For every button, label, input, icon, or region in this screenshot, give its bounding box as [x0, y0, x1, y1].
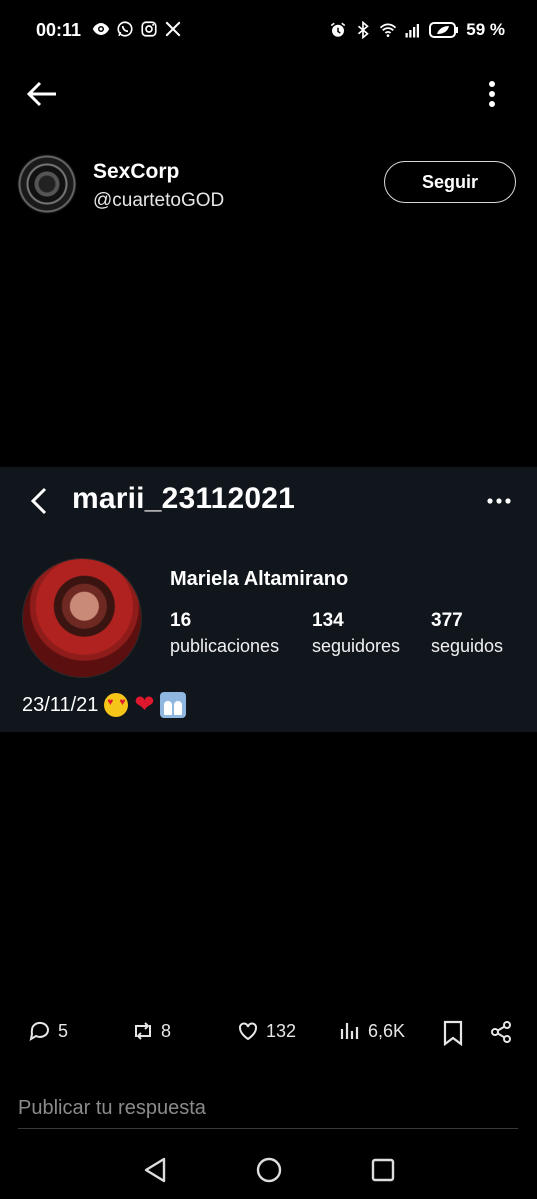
posts-count: 16 — [170, 610, 192, 631]
bluetooth-icon — [358, 21, 370, 39]
following-count: 377 — [431, 610, 463, 631]
reply-count: 5 — [58, 1020, 69, 1041]
reply-input[interactable] — [18, 1088, 518, 1129]
follow-button[interactable]: Seguir — [384, 161, 516, 203]
nav-recents-icon[interactable] — [368, 1155, 398, 1185]
wifi-icon — [380, 23, 397, 37]
heart-eyes-emoji-icon — [104, 693, 129, 717]
repost-count: 8 — [161, 1020, 172, 1041]
battery-percent: 59 % — [466, 20, 505, 39]
following-label: seguidos — [431, 636, 504, 656]
more-options-icon[interactable] — [484, 80, 500, 108]
bookmark-icon[interactable] — [442, 1020, 464, 1046]
status-time: 00:11 — [36, 20, 82, 40]
author-avatar[interactable] — [17, 154, 77, 214]
couple-emoji-icon — [160, 692, 187, 718]
instagram-icon — [141, 21, 157, 37]
eye-icon — [92, 23, 110, 35]
author-name[interactable]: SexCorp — [93, 160, 179, 184]
like-count: 132 — [266, 1020, 297, 1041]
posts-label: publicaciones — [170, 636, 280, 656]
bio-date: 23/11/21 — [22, 693, 99, 716]
share-icon[interactable] — [489, 1020, 513, 1044]
back-arrow-icon[interactable] — [26, 80, 58, 108]
reply-action[interactable]: 5 — [28, 1019, 68, 1043]
comment-icon — [29, 1021, 49, 1042]
embedded-bio: 23/11/21 ❤ — [22, 691, 187, 718]
alarm-icon — [331, 22, 346, 37]
embedded-full-name: Mariela Altamirano — [170, 568, 349, 590]
battery-icon — [429, 22, 459, 38]
whatsapp-icon — [117, 21, 133, 37]
red-heart-emoji-icon: ❤ — [134, 691, 155, 718]
repost-icon — [135, 1022, 151, 1040]
status-right-group: 59 % — [329, 20, 505, 40]
author-handle[interactable]: @cuartetoGOD — [93, 190, 224, 212]
views-chart-icon — [340, 1023, 359, 1039]
embedded-profile-avatar — [22, 558, 142, 678]
status-left-icons — [92, 20, 182, 38]
nav-back-icon[interactable] — [140, 1155, 170, 1185]
heart-icon — [239, 1022, 257, 1041]
chevron-left-icon — [30, 487, 47, 515]
like-action[interactable]: 132 — [236, 1019, 296, 1043]
embedded-username: marii_23112021 — [72, 482, 296, 515]
followers-label: seguidores — [312, 636, 401, 656]
more-horizontal-icon — [487, 498, 511, 504]
followers-count: 134 — [312, 610, 344, 631]
views-count: 6,6K — [368, 1020, 406, 1041]
views-action[interactable]: 6,6K — [338, 1019, 405, 1043]
signal-icon — [405, 24, 420, 38]
repost-action[interactable]: 8 — [131, 1019, 171, 1043]
x-icon — [165, 21, 181, 37]
nav-home-icon[interactable] — [254, 1155, 284, 1185]
